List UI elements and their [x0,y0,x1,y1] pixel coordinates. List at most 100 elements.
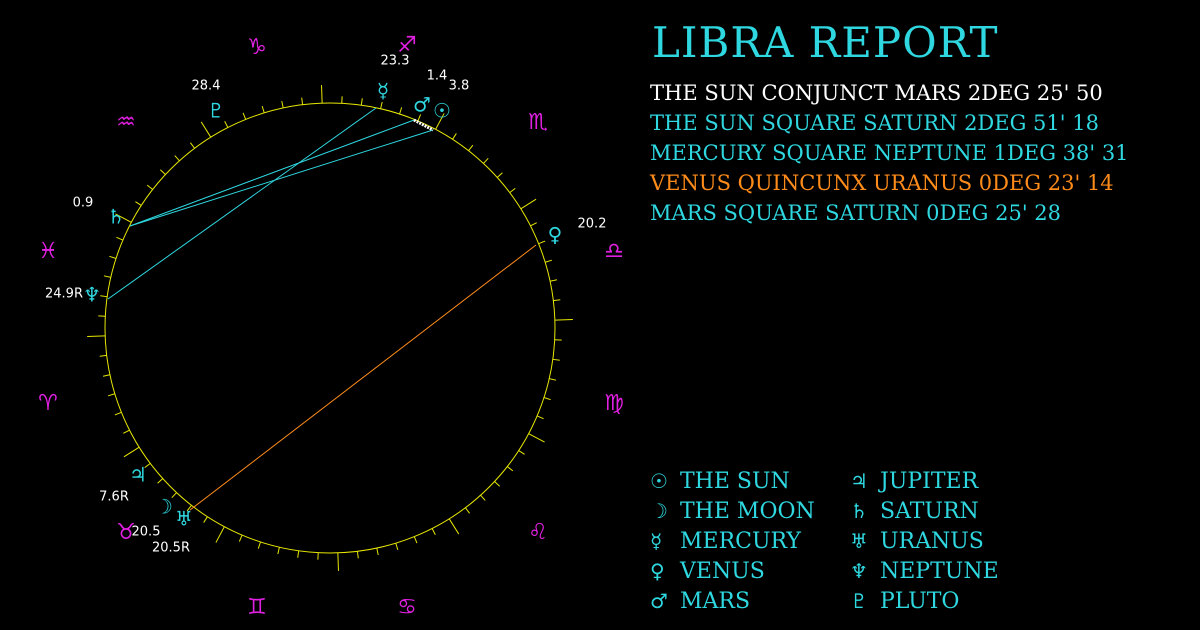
aspect-line-sun-saturn [129,129,434,227]
legend-item: ♂ MARS [650,586,815,616]
wheel-tick [553,299,561,302]
mars-icon: ♂ [650,589,668,613]
wheel-tick [356,551,359,559]
aspect-item: VENUS QUINCUNX URANUS 0DEG 23' 14 [650,171,1114,195]
wheel-tick [146,184,154,190]
wheel-tick [102,374,111,377]
planet-degree-label: 0.9 [73,196,94,211]
pluto-icon: ♇ [207,99,225,123]
wheel-tick [157,478,164,484]
wheel-tick [448,518,460,535]
wheel-tick [116,236,124,241]
wheel-tick [277,547,280,555]
wheel-tick [413,536,418,544]
planet-degree-label: 7.6R [99,490,129,505]
wheel-tick [536,415,544,420]
planet-degree-label: 20.5R [152,541,190,556]
legend-label: PLUTO [880,589,960,614]
wheel-tick [360,98,363,106]
neptune-icon: ♆ [83,283,101,307]
uranus-icon: ♅ [175,507,193,531]
gemini-icon: ♊ [247,595,267,620]
wheel-tick [135,201,142,206]
wheel-tick [528,433,545,443]
wheel-tick [215,526,225,543]
leo-icon: ♌ [528,520,548,545]
wheel-tick [321,85,323,104]
saturn-icon: ♄ [107,205,125,229]
legend-left: ☉ THE SUN ☽ THE MOON ☿ MERCURY ♀ VENUS ♂ MARS [650,466,815,616]
planet-degree-label: 3.8 [449,79,470,94]
wheel-tick [545,259,553,263]
pisces-icon: ♓ [38,239,58,264]
wheel-tick [301,97,304,105]
wheel-tick [480,494,486,501]
legend-item: ☉ THE SUN [650,466,815,496]
jupiter-icon: ♃ [129,463,147,487]
aries-icon: ♈ [38,391,58,416]
wheel-tick [257,541,261,549]
legend-item: ♅ URANUS [850,526,999,556]
wheel-tick [114,411,122,416]
legend-item: ♀ VENUS [650,556,815,586]
wheel-tick [395,543,399,551]
cancer-icon: ♋ [397,595,417,620]
aquarius-icon: ♒ [116,110,136,135]
wheel-tick [261,105,265,113]
aspect-line-mars-saturn [129,119,415,227]
wheel-tick [554,319,573,321]
wheel-tick [224,121,229,128]
wheel-tick [337,552,339,571]
moon-icon: ☽ [155,495,173,519]
sun-icon: ☉ [433,99,451,123]
legend-item: ♇ PLUTO [850,586,999,616]
wheel-tick [506,466,514,472]
legend-right: ♃ JUPITER ♄ SATURN ♅ URANUS ♆ NEPTUNE ♇ PLUTO [850,466,999,616]
wheel-tick [123,446,140,458]
libra-icon: ♎ [604,239,624,264]
wheel-tick [123,429,130,434]
aspect-item: THE SUN CONJUNCT MARS 2DEG 25' 50 [650,81,1103,105]
wheel-tick [552,358,560,361]
aspect-item: THE SUN SQUARE SATURN 2DEG 51' 18 [650,111,1099,135]
legend-label: JUPITER [880,469,979,494]
wheel-tick [520,198,537,210]
jupiter-icon: ♃ [850,469,868,493]
pluto-icon: ♇ [850,589,868,613]
wheel-tick [452,133,457,140]
wheel-tick [483,157,489,164]
legend-label: URANUS [880,529,984,554]
saturn-icon: ♄ [850,499,868,523]
moon-icon: ☽ [650,499,668,523]
legend-label: MARS [680,589,751,614]
planet-degree-label: 20.2 [578,217,607,232]
wheel-tick [297,550,300,558]
wheel-tick [538,240,546,245]
wheel-tick [238,534,243,542]
wheel-tick [87,335,106,337]
mercury-icon: ☿ [377,79,389,103]
aspect-item: MARS SQUARE SATURN 0DEG 25' 28 [650,201,1062,225]
wheel-tick [242,112,247,120]
wheel-circle [104,102,556,554]
wheel-tick [281,100,284,109]
legend-item: ♄ SATURN [850,496,999,526]
wheel-tick [509,187,516,193]
wheel-tick [518,450,525,455]
legend-label: VENUS [680,559,765,584]
aspect-line-venus-uranus [189,244,537,511]
legend-item: ♃ JUPITER [850,466,999,496]
wheel-tick [203,516,208,523]
aspect-line-sun-mars [413,118,434,132]
uranus-icon: ♅ [850,529,868,553]
wheel-tick [549,378,557,381]
wheel-tick [376,547,379,556]
wheel-tick [109,255,117,259]
planet-degree-label: 20.5 [132,525,161,540]
legend-item: ♆ NEPTUNE [850,556,999,586]
legend-label: THE MOON [680,499,815,524]
mercury-icon: ☿ [650,529,663,553]
wheel-tick [380,101,383,109]
wheel-tick [468,144,474,152]
legend-label: THE SUN [680,469,790,494]
